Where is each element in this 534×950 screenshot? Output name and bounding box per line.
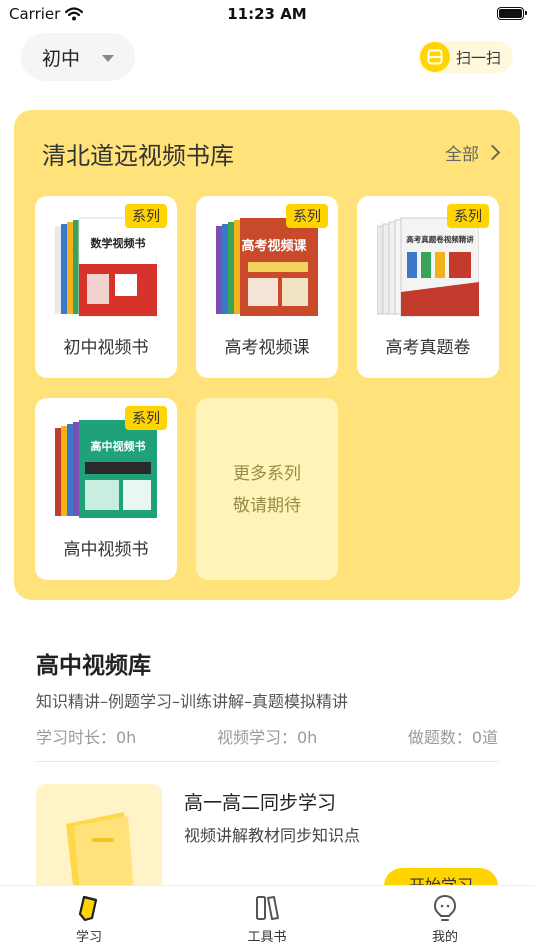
status-time: 11:23 AM (227, 5, 307, 23)
questions-stat: 做题数：0道 (407, 728, 498, 747)
view-all-link[interactable]: 全部 (445, 140, 501, 165)
course-thumbnail (36, 784, 162, 894)
video-library-title: 高中视频库 (36, 653, 151, 679)
course-description: 视频讲解教材同步知识点 (184, 826, 361, 845)
chevron-right-icon (484, 144, 501, 161)
video-library-subtitle: 知识精讲–例题学习–训练讲解–真题模拟精讲 (36, 692, 349, 711)
book-icon (36, 784, 162, 894)
view-all-label: 全部 (445, 145, 479, 165)
more-series-line2: 敬请期待 (233, 496, 301, 516)
more-series-line1: 更多系列 (233, 464, 301, 484)
series-name: 初中视频书 (63, 338, 149, 358)
battery-icon (497, 7, 527, 20)
course-card[interactable]: 高一高二同步学习 视频讲解教材同步知识点 开始学习 (36, 784, 498, 904)
tab-profile[interactable]: 我的 (405, 894, 485, 945)
bottom-tab-bar: 学习 工具书 我的 (0, 885, 534, 950)
tab-label: 工具书 (247, 930, 287, 945)
level-dropdown[interactable]: 初中 (21, 33, 135, 81)
scan-button[interactable]: 扫一扫 (418, 41, 513, 73)
series-tag: 系列 (125, 406, 167, 430)
scan-label: 扫一扫 (456, 48, 502, 67)
book-cover-image: 数学视频书 (55, 217, 157, 317)
caret-down-icon (102, 55, 114, 62)
series-tag: 系列 (125, 204, 167, 228)
tab-reference-books[interactable]: 工具书 (227, 894, 307, 945)
book-cover-image: 高考视频课 (216, 218, 318, 316)
series-name: 高考真题卷 (385, 338, 471, 358)
book-icon (256, 896, 279, 920)
divider (36, 761, 498, 762)
book-cover-image: 高中视频书 (55, 420, 157, 518)
video-book-library-card: 清北道远视频书库 全部 系列 数学视频书 初中视频书 系列 高考视频课 高考视频… (14, 110, 520, 600)
series-tile-gaokao-video-course[interactable]: 系列 高考视频课 高考视频课 (196, 196, 338, 378)
tab-study[interactable]: 学习 (49, 894, 129, 945)
series-tag: 系列 (447, 204, 489, 228)
series-tile-gaokao-exam-papers[interactable]: 系列 高考真题卷视频精讲 高考真题卷 (357, 196, 499, 378)
series-tile-senior-video-book[interactable]: 系列 高中视频书 高中视频书 (35, 398, 177, 580)
tab-label: 学习 (75, 930, 102, 945)
study-time-stat: 学习时长：0h (36, 728, 137, 747)
profile-icon (433, 894, 457, 921)
pencil-tag-icon (78, 895, 98, 922)
video-study-stat: 视频学习：0h (217, 728, 318, 747)
book-cover-image: 高考真题卷视频精讲 (377, 217, 479, 317)
series-name: 高考视频课 (224, 338, 310, 358)
status-bar: Carrier 11:23 AM (0, 0, 534, 30)
series-tile-junior-video-book[interactable]: 系列 数学视频书 初中视频书 (35, 196, 177, 378)
more-series-placeholder: 更多系列 敬请期待 (196, 398, 338, 580)
cover-title: 高考视频课 (241, 238, 307, 254)
course-title: 高一高二同步学习 (184, 792, 337, 814)
cover-title: 高中视频书 (91, 439, 146, 453)
cover-title: 数学视频书 (91, 236, 146, 250)
level-label: 初中 (42, 47, 81, 70)
series-tag: 系列 (286, 204, 328, 228)
series-name: 高中视频书 (63, 540, 149, 560)
cover-title: 高考真题卷视频精讲 (406, 234, 474, 244)
library-title: 清北道远视频书库 (42, 142, 234, 170)
scan-icon (420, 42, 450, 72)
tab-label: 我的 (431, 930, 458, 945)
study-stats: 学习时长：0h 视频学习：0h 做题数：0道 (36, 724, 498, 748)
